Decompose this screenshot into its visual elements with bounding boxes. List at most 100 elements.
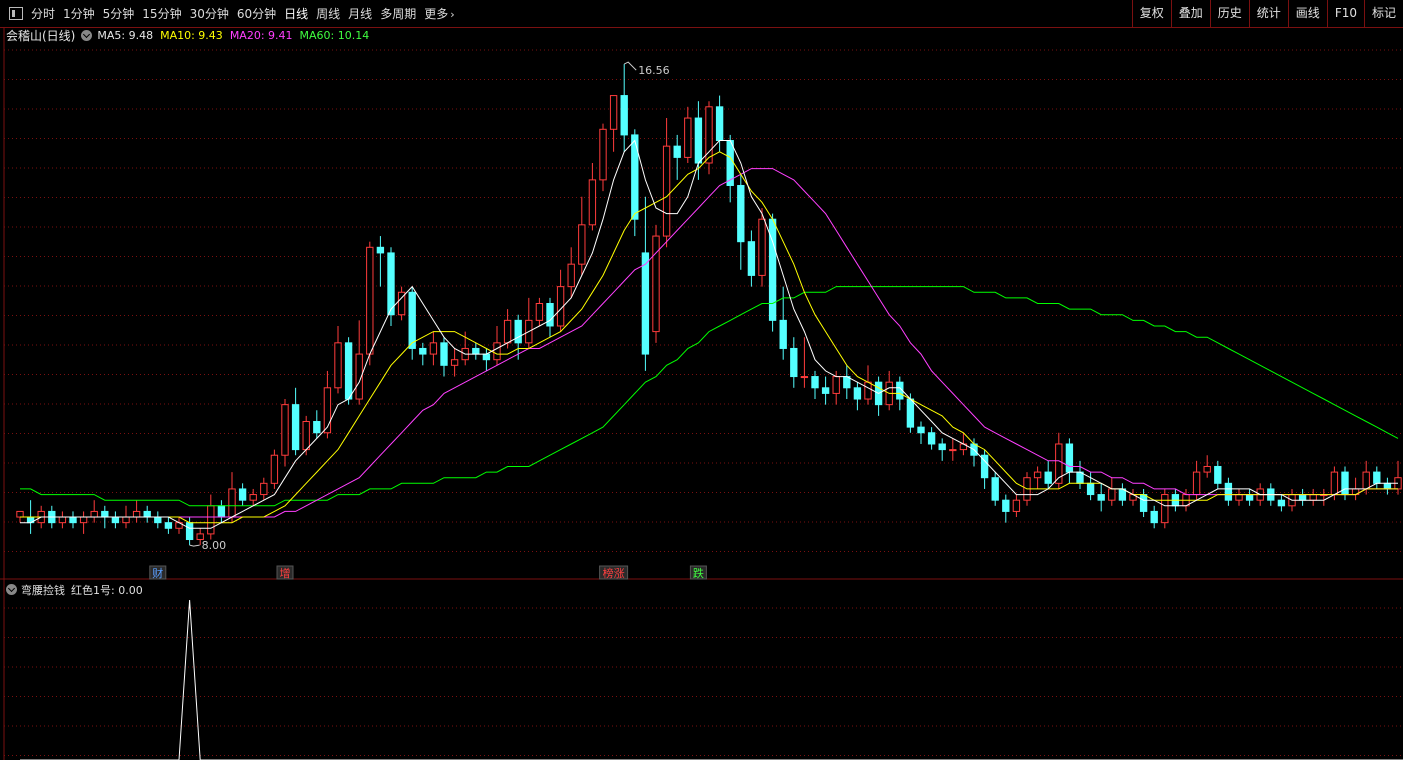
candle-up — [684, 117, 692, 158]
high-price-label: 16.56 — [638, 64, 670, 77]
candle-down — [779, 319, 787, 349]
candle-down — [387, 252, 395, 316]
candle-up — [599, 128, 607, 181]
candle-up — [578, 224, 586, 265]
candle-down — [991, 477, 999, 501]
candle-down — [1065, 443, 1074, 473]
indicator-line — [20, 599, 1403, 760]
candle-down — [482, 353, 491, 361]
candle-down — [790, 347, 798, 378]
candle-up — [79, 516, 88, 524]
candle-up — [493, 342, 501, 361]
candle-up — [1192, 471, 1201, 496]
candle-down — [217, 505, 226, 518]
kline-chart[interactable]: 16.56 8.00 财 增 榜涨 跌 — [0, 0, 1403, 760]
candle-up — [334, 342, 342, 389]
candle-down — [694, 117, 703, 164]
candle-up — [567, 263, 575, 288]
candle-up — [1235, 494, 1243, 501]
candle-up — [1033, 471, 1042, 479]
indicator-toggle-icon[interactable] — [6, 584, 17, 595]
candle-up — [132, 510, 141, 518]
candle-down — [906, 398, 915, 428]
event-label: 跌 — [693, 566, 704, 580]
price-labels: 16.56 8.00 — [189, 61, 670, 552]
candle-up — [800, 376, 809, 379]
candle-up — [1108, 488, 1116, 501]
candle-down — [1341, 471, 1349, 496]
event-markers: 财 增 榜涨 跌 — [149, 565, 707, 580]
candle-up — [588, 179, 597, 226]
candle-down — [1002, 499, 1010, 512]
candle-up — [662, 145, 671, 237]
candle-down — [1097, 494, 1105, 501]
candle-down — [1245, 494, 1254, 501]
candle-down — [472, 347, 480, 355]
candle-up — [58, 516, 67, 524]
candle-up — [302, 421, 310, 451]
candle-down — [238, 488, 247, 501]
candle-down — [1383, 482, 1392, 490]
candle-up — [207, 505, 215, 535]
candle-down — [1150, 510, 1158, 524]
candle-down — [154, 516, 162, 524]
candle-up — [450, 359, 459, 366]
candle-up — [503, 319, 512, 344]
ma20-line — [20, 168, 1398, 518]
candle-down — [673, 145, 681, 158]
indicator-legend: 弯腰捡钱 红色1号: 0.00 — [0, 581, 143, 598]
candle-down — [1139, 494, 1148, 512]
candle-down — [821, 387, 830, 394]
event-label: 财 — [152, 566, 163, 580]
candle-up — [228, 488, 236, 518]
ma60-line — [20, 286, 1399, 507]
candle-down — [514, 319, 522, 344]
candle-up — [1330, 471, 1339, 496]
candle-down — [164, 522, 173, 529]
candle-down — [408, 291, 416, 349]
candle-down — [938, 443, 946, 451]
candle-down — [715, 106, 724, 142]
candle-down — [143, 510, 151, 518]
low-price-label: 8.00 — [202, 539, 227, 552]
candle-down — [440, 342, 448, 366]
candle-down — [1277, 499, 1286, 507]
candle-down — [291, 404, 300, 451]
candle-up — [864, 381, 872, 400]
candle-up — [609, 95, 618, 130]
candle-up — [1309, 494, 1317, 501]
candle-down — [620, 95, 628, 136]
event-label: 增 — [280, 566, 291, 580]
ma-lines — [20, 139, 1399, 529]
candle-up — [429, 342, 438, 355]
candle-down — [747, 241, 756, 276]
candle-up — [535, 303, 544, 321]
candle-down — [1298, 494, 1307, 501]
candle-down — [546, 303, 554, 327]
candle-down — [1224, 482, 1233, 501]
candle-up — [949, 449, 957, 452]
candle-down — [737, 184, 745, 243]
candle-up — [758, 218, 766, 276]
low-pointer-icon — [189, 544, 200, 547]
candle-down — [344, 342, 353, 400]
candle-up — [366, 246, 374, 355]
event-label: 榜涨 — [603, 566, 625, 580]
candle-up — [832, 376, 840, 394]
candles — [16, 64, 1402, 546]
candle-up — [1362, 471, 1370, 490]
indicator-name: 弯腰捡钱 — [21, 583, 65, 597]
candle-up — [249, 494, 257, 501]
candle-down — [1086, 482, 1095, 496]
candle-down — [419, 347, 427, 355]
candle-down — [853, 387, 862, 400]
candle-down — [768, 218, 777, 321]
candle-down — [376, 246, 385, 254]
candle-down — [1373, 471, 1381, 484]
candle-down — [313, 421, 321, 434]
candle-down — [811, 376, 819, 389]
candle-up — [90, 510, 98, 518]
candle-up — [1161, 494, 1169, 524]
candle-down — [1214, 465, 1222, 484]
candle-up — [270, 454, 279, 484]
